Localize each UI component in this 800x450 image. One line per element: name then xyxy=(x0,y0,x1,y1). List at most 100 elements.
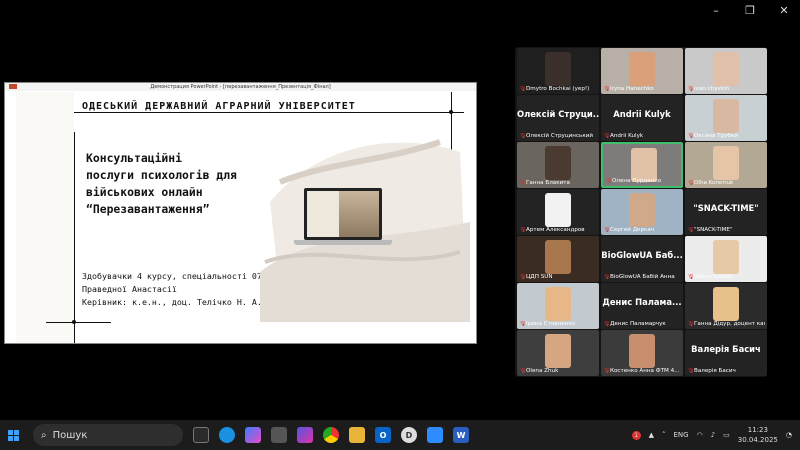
search-label: Пошук xyxy=(52,429,88,441)
participant-gallery: 🎙 Dmytro Bochkai (yep!) 🎙 Iryna Hanechko 🎙 iv… xyxy=(515,47,767,377)
participant-tile[interactable]: 🎙 Ганна Дідур, доцент каф. xyxy=(685,283,767,329)
participant-tile[interactable]: 🎙 Ганна Блакита xyxy=(517,142,599,188)
app-icon[interactable] xyxy=(297,427,313,443)
participant-tile[interactable]: "SNACK-TIME" 🎙 "SNACK-TIME" xyxy=(685,189,767,235)
dell-icon[interactable]: D xyxy=(401,427,417,443)
participant-name: Andrii Kulyk xyxy=(610,133,644,139)
participant-name-bar: 🎙 Ганна Блакита xyxy=(519,180,597,186)
decor-dot xyxy=(72,320,76,324)
participant-name: Валерія Басич xyxy=(694,368,736,374)
participant-tile[interactable]: 🎙 Ірина Стовненко xyxy=(517,283,599,329)
participant-video xyxy=(713,240,739,274)
participant-name: Iryna Hanechko xyxy=(610,86,654,92)
participant-name-bar: 🎙 Olha Koremuk xyxy=(687,180,765,186)
participant-display-name: "SNACK-TIME" xyxy=(693,203,759,213)
participant-tile[interactable]: 🎙 Olha Koremuk xyxy=(685,142,767,188)
participant-tile[interactable]: Денис Палама... 🎙 Денис Паламарчук xyxy=(601,283,683,329)
chrome-icon[interactable] xyxy=(323,427,339,443)
language-indicator[interactable]: ENG xyxy=(674,431,689,439)
participant-tile[interactable]: 🎙 Olena Zhuk xyxy=(517,330,599,376)
university-name: ОДЕСЬКИЙ ДЕРЖАВНИЙ АГРАРНИЙ УНІВЕРСИТЕТ xyxy=(82,101,356,112)
muted-mic-icon: 🎙 xyxy=(603,227,611,233)
participant-tile[interactable]: Олексій Струци... 🎙 Олексій Струцинський xyxy=(517,95,599,141)
participant-display-name: Валерія Басич xyxy=(691,344,761,354)
participant-tile[interactable]: BioGlowUA Баб... 🎙 BioGlowUA Бабій Анна xyxy=(601,236,683,282)
participant-tile[interactable]: 🎙 Костенко Анна ФТМ 4... xyxy=(601,330,683,376)
participant-video xyxy=(545,193,571,227)
copilot-icon[interactable] xyxy=(245,427,261,443)
participant-tile[interactable]: 🎙 Сергей Деркач xyxy=(601,189,683,235)
zoom-tray-icon[interactable]: ▲ xyxy=(649,431,654,439)
muted-mic-icon: 🎙 xyxy=(687,227,695,233)
muted-mic-icon: 🎙 xyxy=(687,86,695,92)
battery-icon[interactable]: ▭ xyxy=(723,431,730,439)
participant-tile[interactable]: 🎙 Dmytro Bochkai (yep!) xyxy=(517,48,599,94)
powerpoint-icon xyxy=(9,84,17,89)
zoom-icon[interactable] xyxy=(427,427,443,443)
muted-mic-icon: 🎙 xyxy=(519,180,527,186)
participant-video xyxy=(713,146,739,180)
notifications-icon[interactable]: ◔ xyxy=(786,431,792,439)
participant-tile[interactable]: 🎙 Олена Пурденко xyxy=(601,142,683,188)
time-text: 11:23 xyxy=(747,426,768,434)
footer-line: Керівник: к.е.н., доц. Телічко Н. А. xyxy=(82,297,262,307)
windows-start-icon[interactable] xyxy=(8,429,19,441)
participant-tile[interactable]: 🎙 Iryna Hanechko xyxy=(601,48,683,94)
participant-name-bar: 🎙 Денис Паламарчук xyxy=(603,321,681,327)
footer-line: Праведної Анастасії xyxy=(82,284,177,294)
store-icon[interactable] xyxy=(271,427,287,443)
participant-name: Uliana Sytailo xyxy=(694,274,733,280)
word-icon[interactable]: W xyxy=(453,427,469,443)
edge-icon[interactable] xyxy=(219,427,235,443)
participant-name-bar: 🎙 Olena Zhuk xyxy=(519,368,597,374)
participant-display-name: Денис Палама... xyxy=(602,297,682,307)
decor-dot xyxy=(449,110,453,114)
participant-name-bar: 🎙 Валерія Басич xyxy=(687,368,765,374)
participant-name: Олена Пурденко xyxy=(612,178,662,184)
muted-mic-icon: 🎙 xyxy=(687,180,695,186)
participant-name: Ірина Стовненко xyxy=(526,321,576,327)
task-view-icon[interactable] xyxy=(193,427,209,443)
participant-name: Olha Koremuk xyxy=(694,180,734,186)
volume-icon[interactable]: ♪ xyxy=(711,431,715,439)
outlook-icon[interactable]: O xyxy=(375,427,391,443)
participant-tile[interactable]: 🎙 Артем Александров xyxy=(517,189,599,235)
laptop-base xyxy=(294,240,392,245)
presentation-window[interactable]: Демонстрация PowerPoint - [перезавантаже… xyxy=(4,82,477,344)
restore-button[interactable]: ❐ xyxy=(742,4,758,17)
participant-name-bar: 🎙 Dmytro Bochkai (yep!) xyxy=(519,86,597,92)
participant-tile[interactable]: 🎙 ЦДП SUN xyxy=(517,236,599,282)
participant-name: Костенко Анна ФТМ 4... xyxy=(610,368,680,374)
participant-tile[interactable]: Валерія Басич 🎙 Валерія Басич xyxy=(685,330,767,376)
participant-name-bar: 🎙 Iryna Hanechko xyxy=(603,86,681,92)
taskbar: ⌕ Пошук O D W 1 ▲ ˄ ENG ◠ ♪ ▭ 11:23 30.0… xyxy=(0,420,800,450)
laptop-image xyxy=(304,188,382,240)
participant-name-bar: 🎙 Оксана Трубей xyxy=(687,133,765,139)
chevron-up-icon[interactable]: ˄ xyxy=(662,431,666,439)
wifi-icon[interactable]: ◠ xyxy=(697,431,703,439)
muted-mic-icon: 🎙 xyxy=(687,321,695,327)
muted-mic-icon: 🎙 xyxy=(519,368,527,374)
notification-badge[interactable]: 1 xyxy=(631,430,641,440)
divider-line xyxy=(46,322,111,323)
search-icon: ⌕ xyxy=(41,429,47,441)
participant-tile[interactable]: 🎙 ivan.chyvkin xyxy=(685,48,767,94)
heading-line: “Перезавантаження” xyxy=(86,202,210,216)
participant-name: "SNACK-TIME" xyxy=(694,227,733,233)
muted-mic-icon: 🎙 xyxy=(519,133,527,139)
participant-tile[interactable]: 🎙 Оксана Трубей xyxy=(685,95,767,141)
minimize-button[interactable]: – xyxy=(708,4,724,17)
file-explorer-icon[interactable] xyxy=(349,427,365,443)
close-button[interactable]: ✕ xyxy=(776,4,792,17)
participant-video xyxy=(545,146,571,180)
muted-mic-icon: 🎙 xyxy=(603,274,611,280)
search-input[interactable]: ⌕ Пошук xyxy=(33,424,183,446)
window-controls: – ❐ ✕ xyxy=(708,4,792,17)
participant-video xyxy=(629,52,655,86)
participant-name-bar: 🎙 Артем Александров xyxy=(519,227,597,233)
clock[interactable]: 11:23 30.04.2025 xyxy=(738,425,778,445)
participant-tile[interactable]: 🎙 Uliana Sytailo xyxy=(685,236,767,282)
participant-tile[interactable]: Andrii Kulyk 🎙 Andrii Kulyk xyxy=(601,95,683,141)
presentation-title: Демонстрация PowerPoint - [перезавантаже… xyxy=(5,83,476,91)
participant-video xyxy=(631,148,657,182)
